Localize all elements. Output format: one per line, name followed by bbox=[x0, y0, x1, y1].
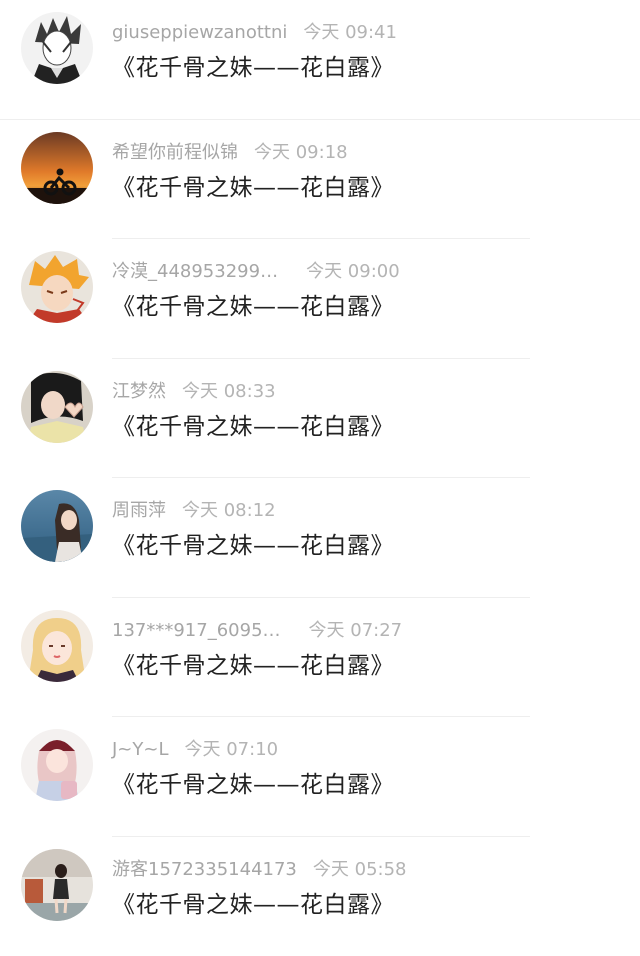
username[interactable]: 周雨萍 bbox=[112, 498, 166, 524]
timestamp: 今天 07:10 bbox=[185, 737, 279, 763]
comment-text: 《花千骨之妹——花白露》 bbox=[112, 529, 394, 563]
username[interactable]: 江梦然 bbox=[112, 379, 166, 405]
comment-text: 《花千骨之妹——花白露》 bbox=[112, 51, 394, 85]
comment-meta: 冷漠_448953299… 今天 09:00 bbox=[112, 259, 400, 285]
comment-text: 《花千骨之妹——花白露》 bbox=[112, 290, 394, 324]
avatar[interactable] bbox=[21, 729, 93, 801]
timestamp: 今天 09:00 bbox=[306, 259, 400, 285]
comment-meta: 江梦然今天 08:33 bbox=[112, 379, 276, 405]
avatar[interactable] bbox=[21, 251, 93, 323]
timestamp: 今天 08:12 bbox=[182, 498, 276, 524]
username[interactable]: 游客1572335144173 bbox=[112, 857, 297, 883]
comment-item[interactable]: 游客1572335144173 今天 05:58 《花千骨之妹——花白露》 bbox=[0, 837, 640, 956]
comment-meta: 周雨萍今天 08:12 bbox=[112, 498, 276, 524]
comment-meta: 137***917_6095… 今天 07:27 bbox=[112, 618, 402, 644]
comment-item[interactable]: 冷漠_448953299… 今天 09:00 《花千骨之妹——花白露》 bbox=[0, 239, 640, 359]
comment-item[interactable]: giuseppiewzanottni 今天 09:41 《花千骨之妹——花白露》 bbox=[0, 0, 640, 120]
avatar[interactable] bbox=[21, 610, 93, 682]
avatar[interactable] bbox=[21, 132, 93, 204]
username[interactable]: 希望你前程似锦 bbox=[112, 140, 238, 166]
username[interactable]: J~Y~L bbox=[112, 737, 169, 763]
timestamp: 今天 09:41 bbox=[303, 20, 397, 46]
comment-item[interactable]: 137***917_6095… 今天 07:27 《花千骨之妹——花白露》 bbox=[0, 598, 640, 718]
comment-item[interactable]: 希望你前程似锦今天 09:18 《花千骨之妹——花白露》 bbox=[0, 120, 640, 240]
comment-item[interactable]: 周雨萍今天 08:12 《花千骨之妹——花白露》 bbox=[0, 478, 640, 598]
username[interactable]: 冷漠_448953299… bbox=[112, 259, 278, 285]
avatar[interactable] bbox=[21, 12, 93, 84]
comment-text: 《花千骨之妹——花白露》 bbox=[112, 649, 394, 683]
username[interactable]: 137***917_6095… bbox=[112, 618, 281, 644]
timestamp: 今天 07:27 bbox=[309, 618, 403, 644]
avatar[interactable] bbox=[21, 490, 93, 562]
username[interactable]: giuseppiewzanottni bbox=[112, 20, 287, 46]
comment-text: 《花千骨之妹——花白露》 bbox=[112, 410, 394, 444]
timestamp: 今天 09:18 bbox=[254, 140, 348, 166]
comment-text: 《花千骨之妹——花白露》 bbox=[112, 171, 394, 205]
avatar[interactable] bbox=[21, 371, 93, 443]
comment-meta: 希望你前程似锦今天 09:18 bbox=[112, 140, 348, 166]
comment-meta: J~Y~L 今天 07:10 bbox=[112, 737, 278, 763]
comment-item[interactable]: 江梦然今天 08:33 《花千骨之妹——花白露》 bbox=[0, 359, 640, 479]
comment-text: 《花千骨之妹——花白露》 bbox=[112, 888, 394, 922]
avatar[interactable] bbox=[21, 849, 93, 921]
comment-list: giuseppiewzanottni 今天 09:41 《花千骨之妹——花白露》 bbox=[0, 0, 640, 956]
comment-meta: giuseppiewzanottni 今天 09:41 bbox=[112, 20, 397, 46]
comment-meta: 游客1572335144173 今天 05:58 bbox=[112, 857, 407, 883]
comment-item[interactable]: J~Y~L 今天 07:10 《花千骨之妹——花白露》 bbox=[0, 717, 640, 837]
timestamp: 今天 05:58 bbox=[313, 857, 407, 883]
timestamp: 今天 08:33 bbox=[182, 379, 276, 405]
comment-text: 《花千骨之妹——花白露》 bbox=[112, 768, 394, 802]
